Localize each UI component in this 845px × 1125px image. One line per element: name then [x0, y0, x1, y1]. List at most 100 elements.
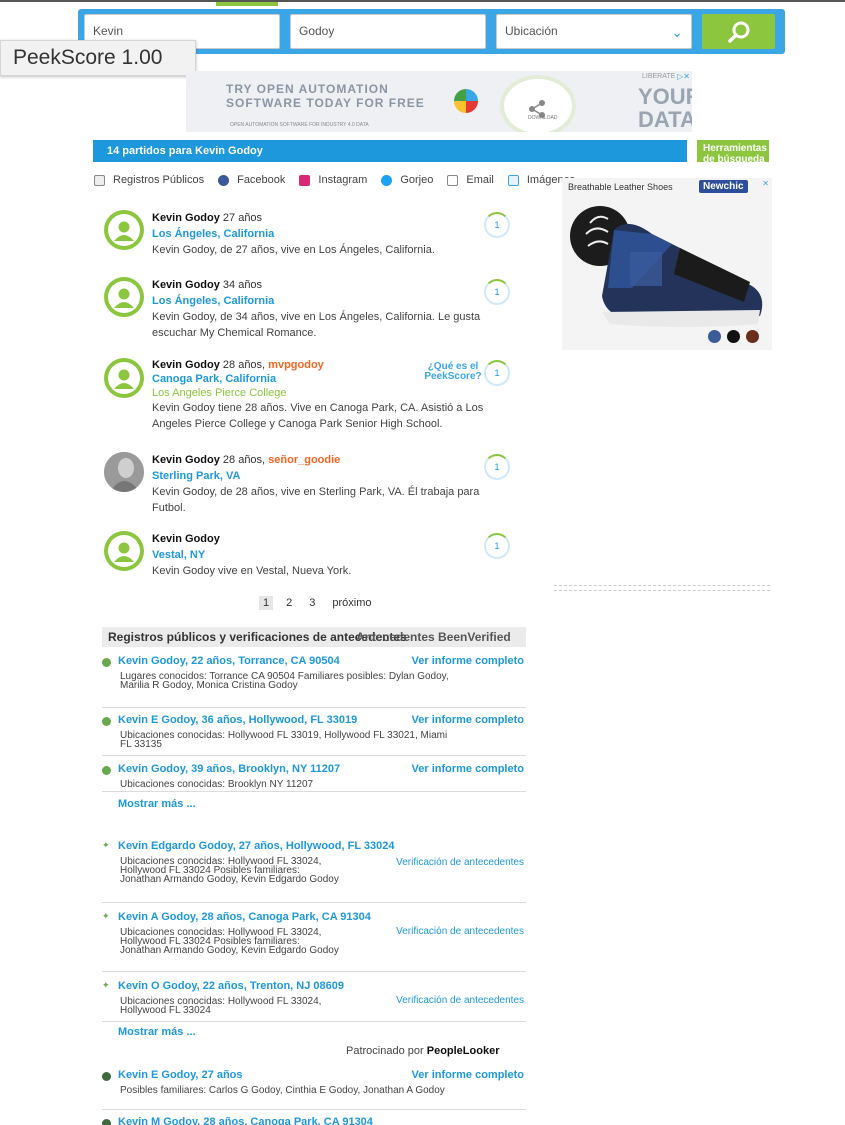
- location-select-value: Ubicación: [505, 24, 558, 38]
- next-page-link[interactable]: próximo: [328, 596, 375, 610]
- show-more-link[interactable]: Mostrar más ...: [118, 798, 196, 810]
- person-info: Kevin Godoy Vestal, NY Kevin Godoy vive …: [152, 531, 512, 579]
- person-name[interactable]: Kevin Godoy: [152, 359, 220, 371]
- record-row[interactable]: Kevin M Godoy, 28 años, Canoga Park, CA …: [102, 1116, 526, 1125]
- record-row[interactable]: Kevin Godoy, 22 años, Torrance, CA 90504…: [102, 655, 526, 708]
- show-more-link[interactable]: Mostrar más ...: [118, 1026, 196, 1038]
- person-location[interactable]: Los Ángeles, California: [152, 293, 512, 309]
- record-title[interactable]: Kevin M Godoy, 28 años, Canoga Park, CA …: [118, 1116, 373, 1125]
- person-icon: [108, 281, 140, 313]
- peekscore-help-link[interactable]: ¿Qué es el PeekScore?: [415, 362, 491, 382]
- person-description: Kevin Godoy vive en Vestal, Nueva York.: [152, 565, 352, 577]
- person-icon: [102, 766, 111, 775]
- instagram-icon: [299, 174, 311, 186]
- record-details: Ubicaciones conocidas: Brooklyn NY 11207: [120, 779, 314, 790]
- filter-public-records[interactable]: Registros Públicos: [94, 172, 204, 188]
- filter-facebook[interactable]: Facebook: [218, 172, 285, 188]
- person-username[interactable]: señor_goodie: [268, 454, 340, 466]
- search-button[interactable]: [702, 14, 775, 49]
- background-check-link[interactable]: Verificación de antecedentes: [396, 926, 524, 937]
- record-details: Ubicaciones conocidas: Hollywood FL 3302…: [120, 927, 339, 956]
- record-title[interactable]: Kevin O Godoy, 22 años, Trenton, NJ 0860…: [118, 980, 344, 992]
- person-location[interactable]: Vestal, NY: [152, 547, 512, 563]
- background-check-link[interactable]: Verificación de antecedentes: [396, 857, 524, 868]
- share-icon: [529, 100, 545, 118]
- person-location[interactable]: Sterling Park, VA: [152, 468, 512, 484]
- record-row[interactable]: ✦ Kevin A Godoy, 28 años, Canoga Park, C…: [102, 911, 526, 972]
- record-title[interactable]: Kevin A Godoy, 28 años, Canoga Park, CA …: [118, 911, 371, 923]
- page-1-link[interactable]: 1: [259, 596, 274, 610]
- peekscore-indicator[interactable]: 1: [484, 279, 510, 305]
- location-select[interactable]: Ubicación ⌄: [496, 14, 692, 49]
- star-icon: ✦: [102, 980, 110, 990]
- person-name[interactable]: Kevin Godoy: [152, 533, 220, 545]
- person-age: 28 años,: [222, 454, 266, 466]
- person-icon: [102, 658, 111, 667]
- sponsor-brand[interactable]: PeopleLooker: [427, 1045, 500, 1057]
- record-details: Ubicaciones conocidas: Hollywood FL 3302…: [120, 856, 339, 885]
- record-title[interactable]: Kevin E Godoy, 36 años, Hollywood, FL 33…: [118, 714, 357, 726]
- avatar: [104, 277, 144, 317]
- filter-label: Facebook: [237, 174, 286, 186]
- person-description: Kevin Godoy, de 34 años, vive en Los Áng…: [152, 311, 481, 339]
- ad-line-3: OPEN AUTOMATION SOFTWARE FOR INDUSTRY 4.…: [230, 122, 369, 128]
- filter-instagram[interactable]: Instagram: [299, 172, 367, 188]
- background-check-link[interactable]: Verificación de antecedentes: [396, 995, 524, 1006]
- person-icon: [108, 535, 140, 567]
- full-report-link[interactable]: Ver informe completo: [412, 1069, 524, 1081]
- star-icon: ✦: [102, 840, 110, 850]
- record-row[interactable]: Kevin E Godoy, 27 años Ver informe compl…: [102, 1069, 526, 1110]
- record-title[interactable]: Kevin Edgardo Godoy, 27 años, Hollywood,…: [118, 840, 395, 852]
- last-name-input[interactable]: Godoy: [290, 14, 486, 49]
- person-school[interactable]: Los Angeles Pierce College: [152, 386, 512, 400]
- record-title[interactable]: Kevin Godoy, 22 años, Torrance, CA 90504: [118, 655, 340, 667]
- peekscore-indicator[interactable]: 1: [484, 212, 510, 238]
- side-ad[interactable]: Breathable Leather Shoes Newchic ✕: [562, 178, 772, 350]
- full-report-link[interactable]: Ver informe completo: [412, 714, 524, 726]
- facebook-icon: [218, 174, 230, 186]
- records-section-header: Registros públicos y verificaciones de a…: [102, 627, 526, 647]
- record-details: Lugares conocidos: Torrance CA 90504 Fam…: [120, 671, 449, 691]
- page-2-link[interactable]: 2: [282, 596, 296, 610]
- person-age: 34 años: [222, 279, 263, 291]
- person-name[interactable]: Kevin Godoy: [152, 279, 220, 291]
- person-name[interactable]: Kevin Godoy: [152, 212, 220, 224]
- person-icon: [102, 1119, 111, 1125]
- peekscore-indicator[interactable]: 1: [484, 454, 510, 480]
- ad-right-big-2: DATA: [638, 107, 692, 132]
- person-location[interactable]: Los Ángeles, California: [152, 226, 512, 242]
- filter-email[interactable]: Email: [447, 172, 494, 188]
- profile-photo: [104, 452, 144, 492]
- record-row[interactable]: ✦ Kevin O Godoy, 22 años, Trenton, NJ 08…: [102, 980, 526, 1022]
- filter-links: Registros Públicos Facebook Instagram Go…: [94, 172, 589, 188]
- pagination: 1 2 3 próximo: [259, 596, 385, 610]
- email-icon: [447, 174, 459, 186]
- record-row[interactable]: Kevin E Godoy, 36 años, Hollywood, FL 33…: [102, 714, 526, 756]
- person-name[interactable]: Kevin Godoy: [152, 454, 220, 466]
- ad-share-circle: [504, 79, 572, 132]
- swatch-blue[interactable]: [708, 330, 721, 343]
- person-description: Kevin Godoy, de 28 años, vive en Sterlin…: [152, 486, 480, 514]
- window-top-border: [0, 0, 845, 2]
- swatch-brown[interactable]: [746, 330, 759, 343]
- person-username[interactable]: mvpgodoy: [268, 359, 324, 371]
- avatar: [104, 358, 144, 398]
- swatch-black[interactable]: [727, 330, 740, 343]
- ad-close-icon[interactable]: ▷✕: [677, 72, 690, 81]
- filter-twitter[interactable]: Gorjeo: [381, 172, 433, 188]
- record-row[interactable]: ✦ Kevin Edgardo Godoy, 27 años, Hollywoo…: [102, 840, 526, 903]
- ad-banner[interactable]: TRY OPEN AUTOMATION SOFTWARE TODAY FOR F…: [186, 71, 692, 132]
- full-report-link[interactable]: Ver informe completo: [412, 763, 524, 775]
- search-tools-header: Herramientas de búsqueda: [697, 140, 769, 162]
- peekscore-indicator[interactable]: 1: [484, 533, 510, 559]
- record-row[interactable]: Kevin Godoy, 39 años, Brooklyn, NY 11207…: [102, 763, 526, 792]
- page-3-link[interactable]: 3: [305, 596, 319, 610]
- avatar: [104, 210, 144, 250]
- person-info: Kevin Godoy 28 años, señor_goodie Sterli…: [152, 452, 512, 516]
- record-title[interactable]: Kevin Godoy, 39 años, Brooklyn, NY 11207: [118, 763, 340, 775]
- full-report-link[interactable]: Ver informe completo: [412, 655, 524, 667]
- ad-line-2: SOFTWARE TODAY FOR FREE: [226, 96, 425, 110]
- record-title[interactable]: Kevin E Godoy, 27 años: [118, 1069, 243, 1081]
- person-icon: [102, 1072, 111, 1081]
- person-description: Kevin Godoy, de 27 años, vive en Los Áng…: [152, 244, 435, 256]
